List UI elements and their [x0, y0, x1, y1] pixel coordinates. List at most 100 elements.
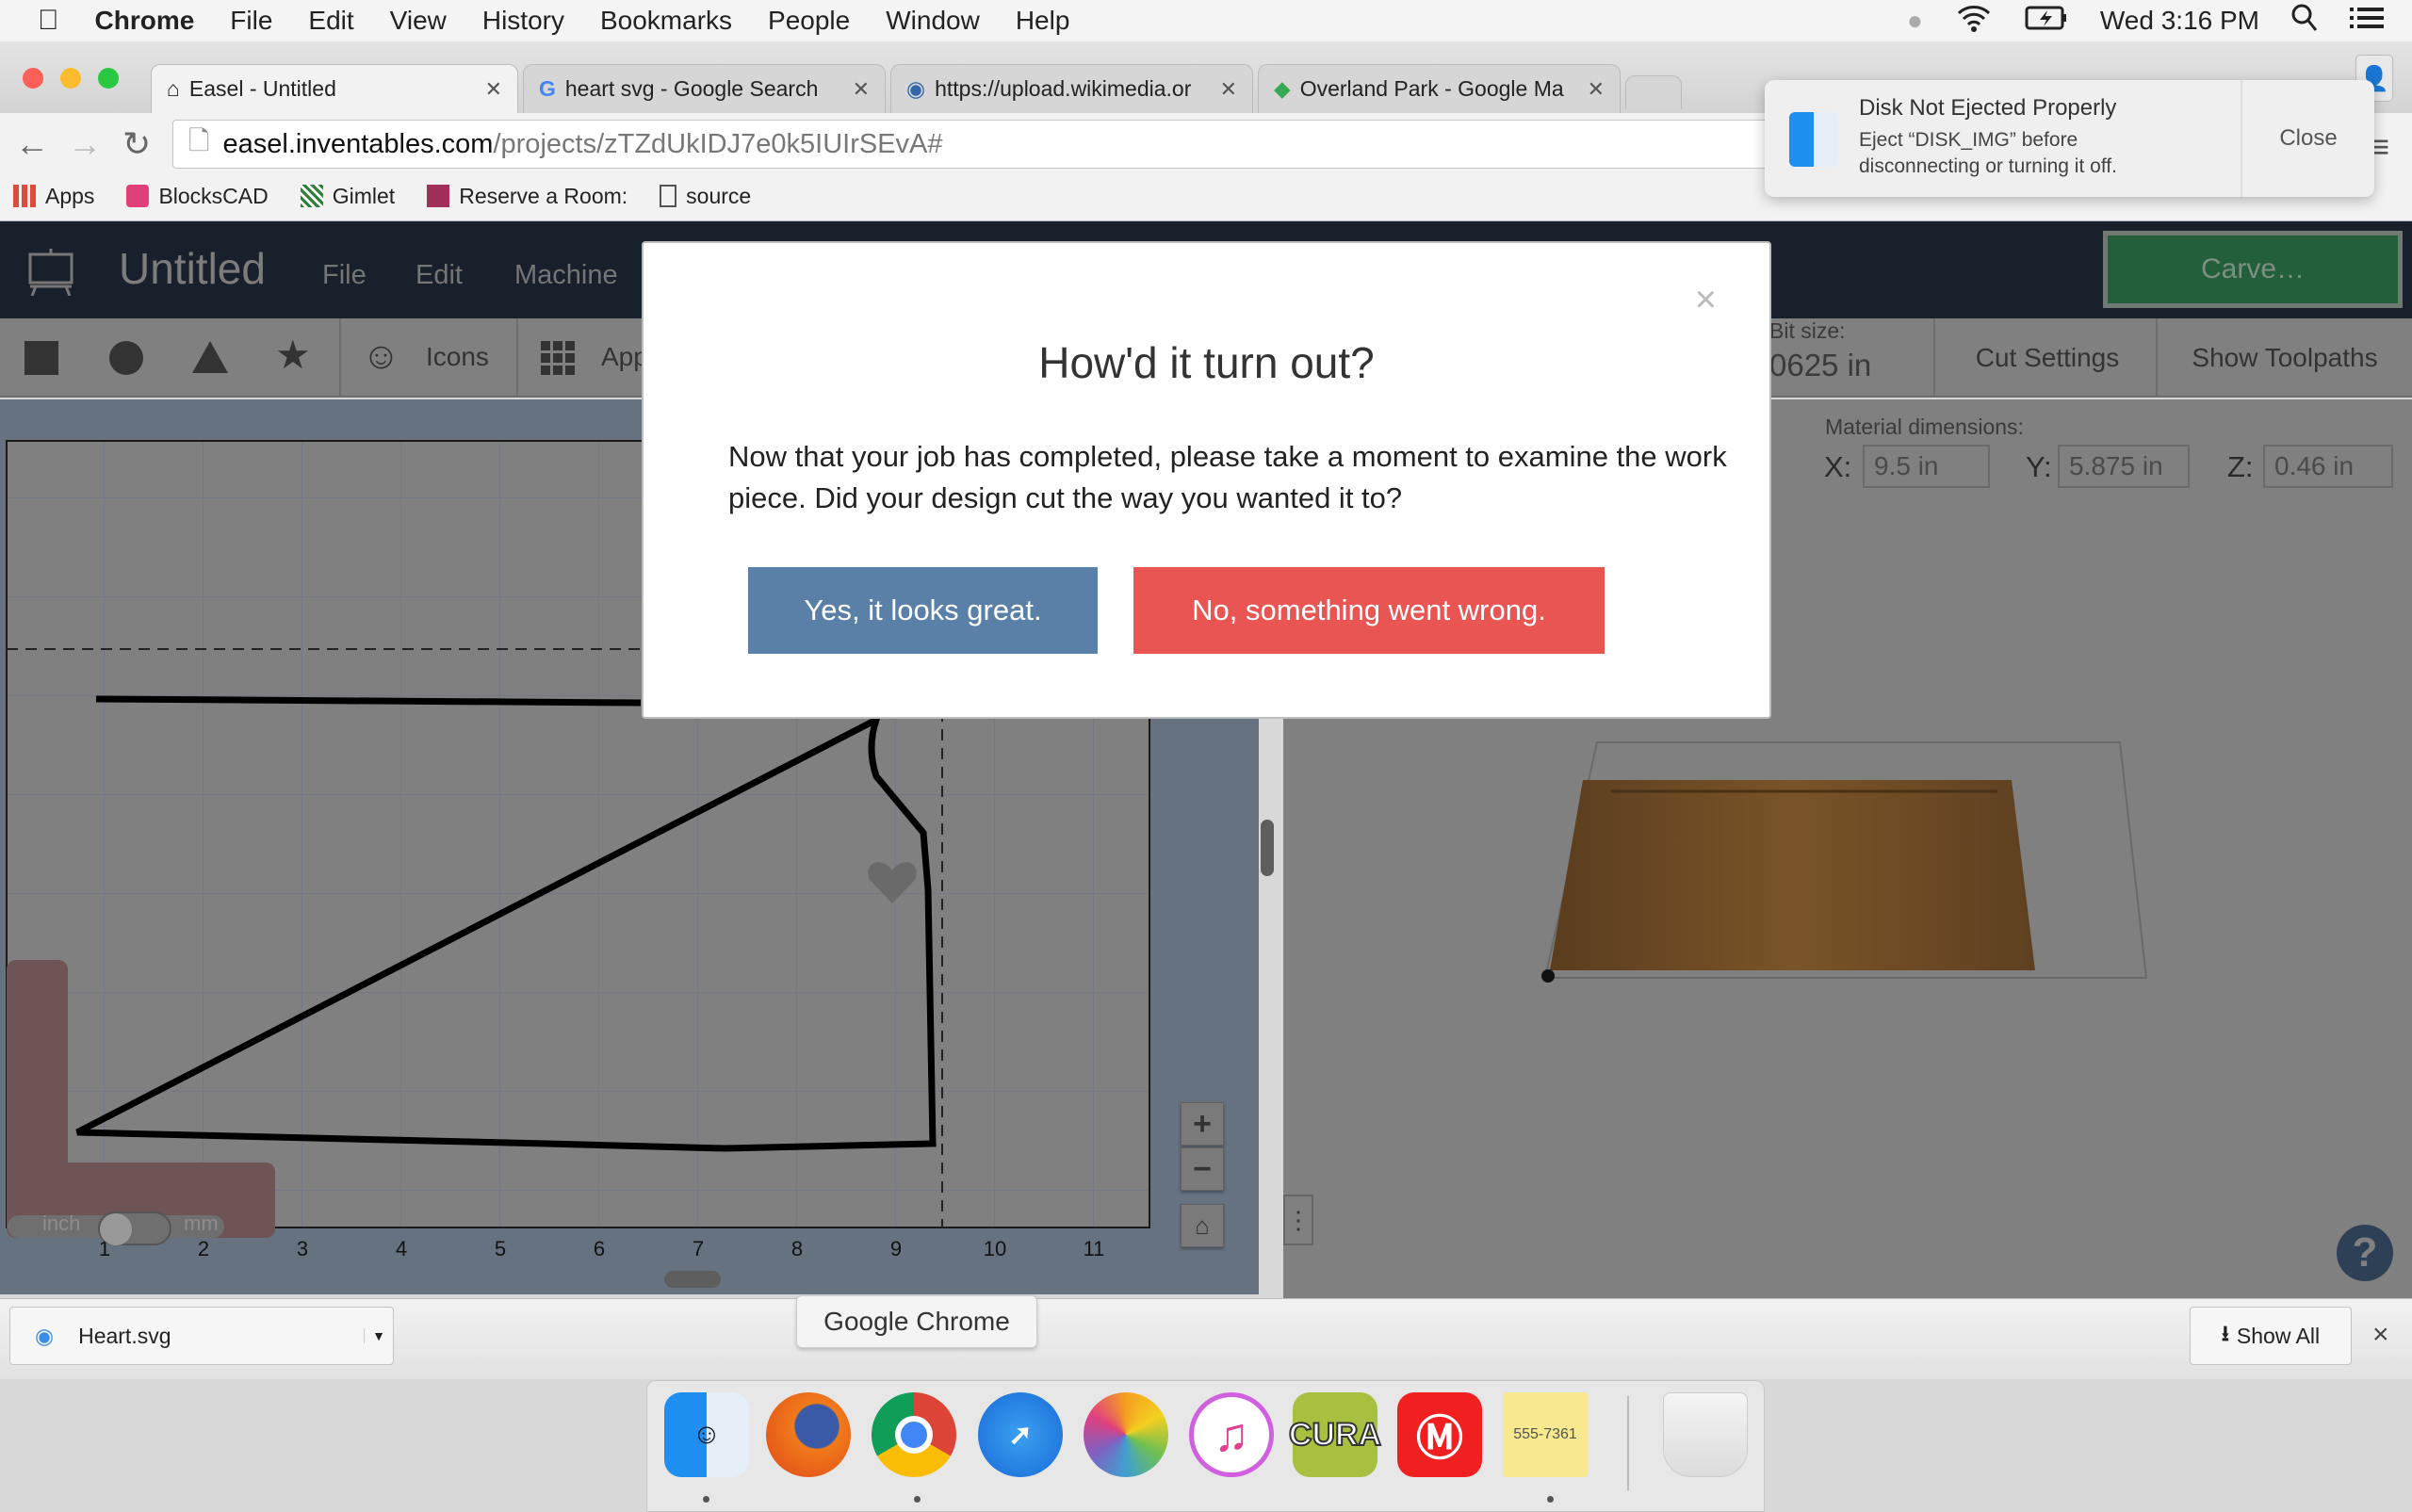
menu-bookmarks[interactable]: Bookmarks — [600, 6, 732, 36]
running-indicator — [703, 1496, 709, 1503]
wifi-icon[interactable] — [1955, 4, 1993, 39]
page-icon: 🗋 — [188, 126, 210, 155]
tab-close-icon[interactable]: ✕ — [853, 77, 870, 102]
new-tab-button[interactable] — [1625, 75, 1682, 109]
clock[interactable]: Wed 3:16 PM — [2100, 6, 2259, 36]
ruler-tick-label: 3 — [297, 1237, 308, 1260]
app-menu-file[interactable]: File — [322, 260, 367, 291]
back-icon[interactable]: ← — [15, 124, 49, 164]
spotlight-search-icon[interactable] — [2291, 4, 2318, 39]
material-z-input[interactable]: 0.46 in — [2263, 445, 2393, 488]
material-y-input[interactable]: 5.875 in — [2058, 445, 2190, 488]
square-shape-icon[interactable] — [24, 341, 58, 375]
menu-history[interactable]: History — [482, 6, 564, 36]
download-menu-chevron-icon[interactable]: ▼ — [364, 1328, 393, 1343]
tab-title: Overland Park - Google Ma — [1299, 76, 1564, 101]
address-bar[interactable]: 🗋 easel.inventables.com /projects/zTZdUk… — [172, 120, 1774, 169]
triangle-shape-icon[interactable] — [192, 341, 228, 373]
menu-file[interactable]: File — [230, 6, 272, 36]
help-button[interactable]: ? — [2337, 1225, 2393, 1281]
macos-menubar:  Chrome File Edit View History Bookmark… — [0, 0, 2412, 41]
dock-chrome-icon[interactable] — [872, 1392, 956, 1477]
forward-icon[interactable]: → — [68, 124, 102, 164]
dock-safari-icon[interactable]: ➚ — [978, 1392, 1063, 1477]
bear-status-icon[interactable]: ● — [1907, 6, 1923, 36]
project-title[interactable]: Untitled — [119, 243, 266, 294]
tab-close-icon[interactable]: ✕ — [1588, 77, 1605, 102]
tab-title: https://upload.wikimedia.or — [935, 76, 1192, 101]
carve-button[interactable]: Carve… — [2103, 231, 2403, 308]
y-label: Y: — [2026, 450, 2052, 483]
panel-resize-handle[interactable]: ⋮ — [1283, 1195, 1313, 1245]
notification-center-icon[interactable] — [2350, 6, 2384, 36]
url-host: easel.inventables.com — [222, 128, 494, 159]
menu-help[interactable]: Help — [1016, 6, 1070, 36]
dock-photos-icon[interactable] — [1084, 1392, 1168, 1477]
window-close-button[interactable] — [23, 68, 43, 89]
dock-stickies-icon[interactable]: 555-7361 — [1503, 1392, 1588, 1477]
smiley-icon[interactable]: ☺ — [362, 335, 400, 378]
bookmark-apps[interactable]: Apps — [13, 184, 94, 209]
tab-title: Easel - Untitled — [188, 76, 336, 101]
modal-title: How'd it turn out? — [1038, 338, 1375, 387]
no-something-wrong-button[interactable]: No, something went wrong. — [1133, 567, 1605, 654]
horizontal-scrollbar[interactable] — [664, 1271, 721, 1288]
ruler-tick-label: 2 — [198, 1237, 209, 1260]
modal-close-icon[interactable]: × — [1695, 279, 1717, 321]
bookmark-blockscad[interactable]: BlocksCAD — [126, 184, 269, 209]
dock-cura-icon[interactable]: CURA — [1288, 1392, 1382, 1477]
3d-preview[interactable] — [1536, 735, 2158, 999]
menu-view[interactable]: View — [390, 6, 447, 36]
home-view-button[interactable]: ⌂ — [1181, 1204, 1224, 1247]
divider — [516, 318, 518, 398]
bookmark-gimlet[interactable]: Gimlet — [300, 184, 395, 209]
tab-close-icon[interactable]: ✕ — [1220, 77, 1237, 102]
bookmark-label: Apps — [45, 183, 95, 208]
tab-wikimedia[interactable]: ◉ https://upload.wikimedia.or ✕ — [890, 64, 1253, 113]
reload-icon[interactable]: ↻ — [122, 124, 151, 164]
ruler-tick-label: 9 — [890, 1237, 902, 1260]
circle-shape-icon[interactable] — [109, 341, 143, 375]
zoom-in-button[interactable]: + — [1181, 1102, 1224, 1146]
apps-grid-icon — [13, 185, 36, 207]
app-menu-machine[interactable]: Machine — [514, 260, 618, 291]
reserve-room-icon — [427, 185, 450, 207]
apple-icon[interactable]:  — [38, 5, 59, 37]
apps-grid-icon[interactable] — [541, 341, 575, 375]
dock-finder-icon[interactable]: ☺ — [664, 1392, 749, 1477]
window-minimize-button[interactable] — [60, 68, 81, 89]
show-toolpaths-button[interactable]: Show Toolpaths — [2156, 318, 2412, 398]
star-shape-icon[interactable]: ★ — [275, 332, 311, 378]
dock-firefox-icon[interactable] — [766, 1392, 851, 1477]
bookmark-source[interactable]: source — [660, 184, 751, 209]
zoom-out-button[interactable]: − — [1181, 1147, 1224, 1191]
download-item[interactable]: ◉ Heart.svg ▼ — [9, 1307, 394, 1365]
app-menu-edit[interactable]: Edit — [416, 260, 463, 291]
easel-logo-icon[interactable] — [26, 247, 75, 301]
dock-itunes-icon[interactable]: ♫ — [1189, 1392, 1274, 1477]
menu-edit[interactable]: Edit — [308, 6, 353, 36]
menu-people[interactable]: People — [768, 6, 850, 36]
icons-button[interactable]: Icons — [426, 342, 489, 372]
vertical-scrollbar[interactable] — [1261, 820, 1274, 876]
tab-google-maps[interactable]: ◆ Overland Park - Google Ma ✕ — [1258, 64, 1621, 113]
finder-icon — [1789, 112, 1838, 167]
show-all-downloads-button[interactable]: ⭳ Show All — [2190, 1307, 2352, 1365]
bit-size[interactable]: Bit size: 0625 in — [1769, 318, 1871, 383]
notification-close-button[interactable]: Close — [2242, 80, 2374, 197]
bookmark-reserve-room[interactable]: Reserve a Room: — [427, 184, 627, 209]
yes-looks-great-button[interactable]: Yes, it looks great. — [748, 567, 1098, 654]
tab-easel[interactable]: ⌂ Easel - Untitled ✕ — [151, 64, 518, 113]
tab-google-search[interactable]: G heart svg - Google Search ✕ — [523, 64, 886, 113]
close-download-shelf-icon[interactable]: × — [2372, 1319, 2389, 1351]
dock-trash-icon[interactable] — [1663, 1392, 1748, 1477]
tab-close-icon[interactable]: ✕ — [485, 77, 502, 102]
battery-icon[interactable] — [2025, 6, 2068, 37]
notification-title: Disk Not Ejected Properly — [1859, 95, 2117, 121]
material-x-input[interactable]: 9.5 in — [1863, 445, 1990, 488]
menu-window[interactable]: Window — [886, 6, 980, 36]
dock-makerbot-icon[interactable]: Ⓜ — [1397, 1392, 1482, 1477]
window-zoom-button[interactable] — [98, 68, 119, 89]
menu-chrome[interactable]: Chrome — [95, 6, 195, 36]
cut-settings-button[interactable]: Cut Settings — [1933, 318, 2159, 398]
